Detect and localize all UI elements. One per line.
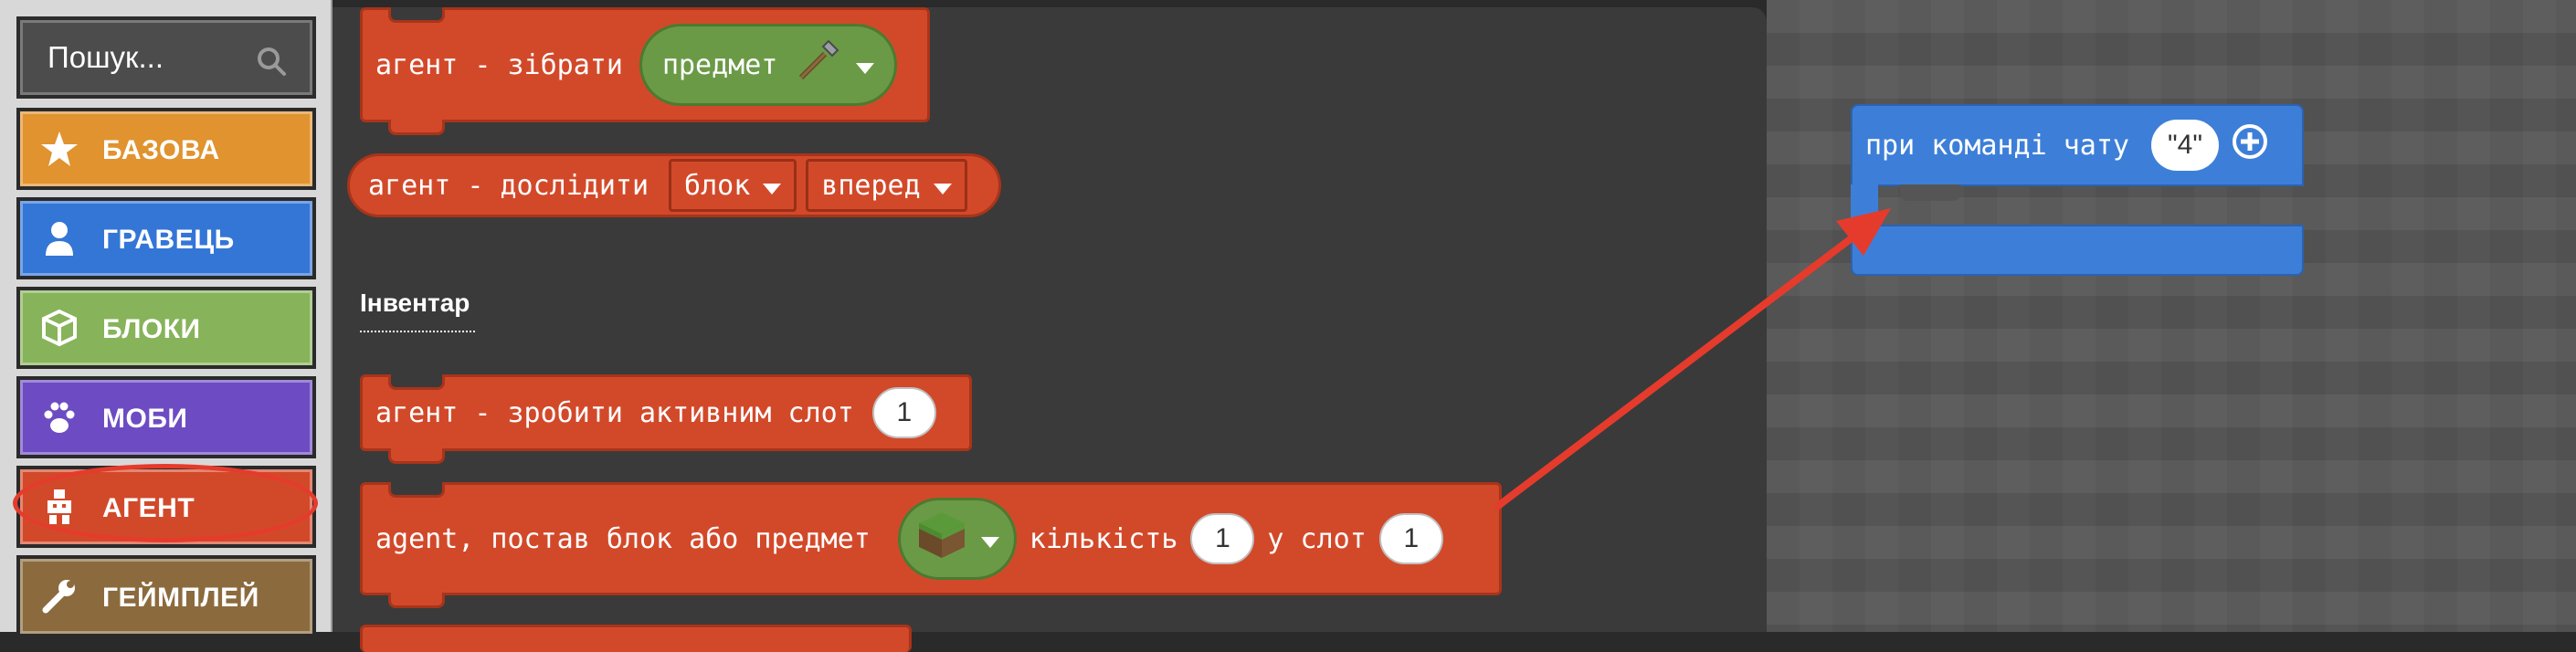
search-placeholder: Пошук... (48, 40, 164, 74)
item-label: предмет (661, 48, 778, 81)
direction-dropdown[interactable]: вперед (806, 159, 967, 212)
category-label: БАЗОВА (102, 135, 220, 165)
player-icon (40, 219, 79, 258)
block-text: агент - дослідити (368, 169, 649, 202)
category-label: ГЕЙМПЛЕЙ (102, 583, 259, 613)
chevron-down-icon (763, 170, 782, 202)
item-picker-dropdown[interactable] (897, 498, 1017, 580)
slot-label: у слот (1267, 522, 1367, 555)
item-dropdown[interactable]: предмет (639, 24, 898, 106)
chevron-down-icon (856, 49, 875, 81)
category-mobs[interactable]: МОБИ (16, 376, 316, 458)
agent-place-item-block[interactable]: agent, постав блок або предмет кількість… (360, 482, 1502, 608)
agent-active-slot-block[interactable]: агент - зробити активним слот 1 (360, 374, 972, 464)
category-gameplay[interactable]: ГЕЙМПЛЕЙ (16, 555, 316, 637)
block-text: агент - зібрати (375, 48, 623, 81)
heading-underline (360, 331, 475, 332)
chat-block-header[interactable]: при команді чату "4" (1851, 104, 2304, 186)
wrench-icon (40, 577, 79, 615)
paw-icon (40, 398, 79, 436)
block-tab (388, 593, 445, 608)
star-icon (40, 130, 79, 168)
block-text: агент - зробити активним слот (375, 396, 854, 429)
category-label: БЛОКИ (102, 314, 201, 344)
dropdown-label: блок (684, 169, 751, 202)
on-chat-command-block[interactable]: при команді чату "4" (1851, 104, 2304, 276)
slot-number-input[interactable]: 1 (871, 387, 936, 438)
category-player[interactable]: ГРАВЕЦЬ (16, 197, 316, 279)
block-text: при команді чату (1865, 129, 2129, 162)
slot-input[interactable]: 1 (1378, 513, 1443, 564)
toolbox-sidebar: Пошук... БАЗОВА ГРАВЕЦЬ БЛОКИ МОБИ АГЕНТ (0, 0, 333, 637)
agent-explore-block[interactable]: агент - дослідити блок вперед (347, 153, 1001, 217)
agent-collect-block[interactable]: агент - зібрати предмет (360, 7, 930, 135)
shovel-icon (792, 36, 843, 94)
chevron-down-icon (980, 523, 999, 555)
direction-kind-dropdown[interactable]: блок (669, 159, 797, 212)
search-input[interactable]: Пошук... (16, 16, 316, 99)
category-blocks[interactable]: БЛОКИ (16, 287, 316, 369)
block-text: agent, постав блок або предмет (375, 522, 871, 555)
grass-block-icon (915, 509, 968, 569)
chevron-down-icon (933, 170, 952, 202)
next-block-partial[interactable] (360, 625, 912, 652)
chat-command-input[interactable]: "4" (2150, 120, 2219, 171)
block-notch (388, 374, 445, 390)
block-mouth (1851, 184, 1878, 228)
workspace-canvas[interactable] (1767, 0, 2576, 632)
category-basic[interactable]: БАЗОВА (16, 108, 316, 190)
block-tab (388, 448, 445, 464)
block-notch (388, 482, 445, 498)
search-icon[interactable] (256, 46, 287, 80)
block-notch (388, 7, 445, 23)
category-label: МОБИ (102, 404, 188, 434)
amount-input[interactable]: 1 (1190, 513, 1255, 564)
dropdown-label: вперед (821, 169, 921, 202)
add-parameter-icon[interactable] (2232, 123, 2268, 167)
inventory-heading: Інвентар (360, 289, 470, 317)
block-slot-notch (1900, 184, 1960, 201)
cube-icon (40, 309, 79, 347)
agent-highlight-circle (13, 464, 318, 542)
amount-label: кількість (1029, 522, 1178, 555)
chat-block-footer (1851, 225, 2304, 276)
category-label: ГРАВЕЦЬ (102, 225, 235, 255)
block-tab (388, 120, 445, 135)
